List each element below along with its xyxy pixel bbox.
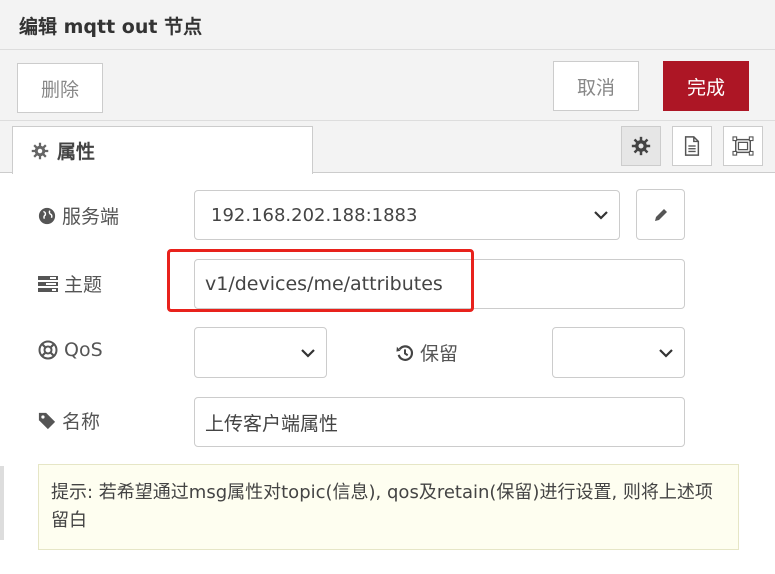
document-icon xyxy=(684,136,700,156)
name-label: 名称 xyxy=(38,407,100,434)
tab-description[interactable] xyxy=(672,126,712,166)
name-label-text: 名称 xyxy=(62,411,101,433)
gear-icon xyxy=(31,142,49,159)
chevron-down-icon xyxy=(594,211,608,220)
edit-server-button[interactable] xyxy=(636,189,685,240)
tag-icon xyxy=(38,412,56,429)
done-button[interactable]: 完成 xyxy=(663,61,749,111)
life-ring-icon xyxy=(38,340,58,360)
server-label: 服务端 xyxy=(38,202,119,229)
retain-label-text: 保留 xyxy=(420,343,459,365)
tab-properties-label: 属性 xyxy=(57,141,96,163)
cancel-button[interactable]: 取消 xyxy=(553,61,639,111)
pencil-icon xyxy=(654,208,667,221)
tip-box: 提示: 若希望通过msg属性对topic(信息), qos及retain(保留)… xyxy=(38,464,739,550)
retain-label: 保留 xyxy=(396,339,458,366)
dialog-title: 编辑 mqtt out 节点 xyxy=(19,16,203,38)
chevron-down-icon xyxy=(659,348,673,358)
retain-select[interactable] xyxy=(552,327,685,378)
qos-label: QoS xyxy=(38,339,103,361)
delete-button[interactable]: 删除 xyxy=(17,63,103,113)
tab-appearance[interactable] xyxy=(723,126,763,166)
server-value: 192.168.202.188:1883 xyxy=(211,204,418,226)
tip-text: 提示: 若希望通过msg属性对topic(信息), qos及retain(保留)… xyxy=(51,482,713,531)
tasks-icon xyxy=(38,275,58,292)
qos-label-text: QoS xyxy=(64,339,103,361)
dialog-titlebar: 编辑 mqtt out 节点 xyxy=(0,0,775,50)
server-select[interactable]: 192.168.202.188:1883 xyxy=(194,190,620,240)
tab-properties[interactable]: 属性 xyxy=(12,126,313,174)
topic-label: 主题 xyxy=(38,270,102,297)
globe-icon xyxy=(38,207,56,224)
topic-label-text: 主题 xyxy=(64,274,103,296)
frame-icon xyxy=(732,136,754,156)
gear-icon xyxy=(631,136,651,156)
tab-settings[interactable] xyxy=(621,126,661,166)
name-input[interactable]: 上传客户端属性 xyxy=(194,397,685,447)
scroll-edge xyxy=(0,466,4,540)
history-icon xyxy=(396,344,414,361)
topic-highlight-box xyxy=(167,249,474,312)
tab-bar: 属性 xyxy=(0,121,775,174)
qos-select[interactable] xyxy=(194,327,327,378)
dialog-toolbar: 删除 取消 完成 xyxy=(0,50,775,121)
chevron-down-icon xyxy=(301,348,315,358)
server-label-text: 服务端 xyxy=(62,206,120,228)
